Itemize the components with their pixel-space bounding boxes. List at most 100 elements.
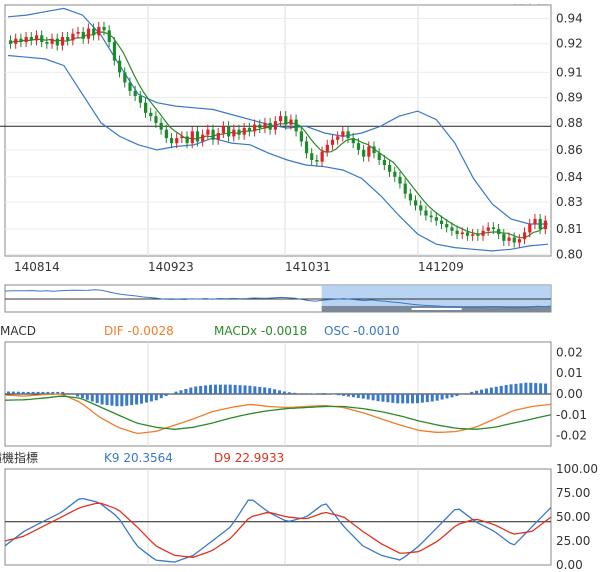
macd-osc-bar	[278, 390, 281, 394]
macd-osc-bar	[273, 389, 277, 394]
candle-body	[398, 176, 402, 184]
candle-body	[201, 134, 205, 142]
candle-body	[310, 153, 314, 160]
kd-legend-k: K9 20.3564	[104, 451, 173, 465]
macd-osc-bar	[411, 394, 415, 404]
macd-osc-bar	[489, 387, 493, 394]
candle-body	[528, 223, 532, 233]
candle-body	[543, 220, 548, 230]
candle-body	[533, 218, 537, 224]
macd-osc-bar	[346, 394, 350, 397]
candle-body	[377, 153, 381, 160]
macd-osc-bar	[21, 391, 25, 394]
candle-body	[159, 122, 163, 130]
stock-chart-canvas: cnYES鉅亨網 MACD DIF -0.0028 MACDx -0.0018 …	[0, 2, 598, 572]
macd-osc-bar	[504, 385, 508, 394]
candle-body	[14, 38, 18, 44]
candle-body	[242, 127, 246, 135]
candle-body	[486, 227, 490, 231]
candle-body	[273, 121, 278, 130]
macd-osc-bar	[149, 394, 153, 402]
candle-body	[367, 146, 371, 157]
candle-body	[247, 127, 252, 132]
candle-body	[279, 116, 283, 122]
candle-body	[112, 42, 117, 61]
macd-osc-bar	[31, 391, 35, 394]
candle-body	[55, 38, 59, 46]
macd-osc-bar	[46, 391, 50, 394]
candle-body	[66, 37, 70, 41]
candle-body	[465, 232, 470, 236]
candle-body	[45, 42, 49, 44]
macd-osc-bar	[100, 394, 104, 405]
macd-osc-bar	[322, 393, 326, 394]
macd-osc-bar	[366, 394, 370, 400]
kd-legend-d: D9 22.9933	[214, 451, 284, 465]
candle-body	[133, 90, 137, 96]
macd-osc-bar	[228, 384, 232, 394]
candle-body	[476, 234, 480, 236]
price-ytick: 0.88	[556, 116, 583, 130]
candle-body	[517, 239, 522, 243]
macd-osc-bar	[61, 391, 65, 394]
macd-osc-bar	[36, 391, 40, 394]
kd-ytick: 50.00	[556, 510, 590, 524]
candle-body	[507, 237, 511, 241]
candle-body	[388, 165, 392, 172]
macd-osc-bar	[465, 393, 469, 394]
macd-osc-bar	[292, 392, 296, 394]
candle-body	[382, 159, 387, 166]
candle-body	[154, 116, 158, 123]
macd-osc-bar	[509, 384, 513, 394]
macd-osc-bar	[263, 387, 267, 394]
price-ytick: 0.83	[556, 195, 583, 209]
macd-osc-bar	[480, 389, 484, 394]
candle-body	[341, 131, 345, 137]
candle-body	[299, 131, 303, 142]
candle-body	[445, 223, 449, 228]
macd-title: MACD	[0, 324, 36, 338]
candle-body	[304, 141, 309, 154]
macd-osc-bar	[41, 391, 45, 394]
candle-body	[330, 139, 335, 145]
macd-osc-bar	[544, 383, 548, 394]
candle-body	[320, 151, 324, 162]
macd-osc-bar	[494, 386, 498, 394]
navigator-scroll-grip	[411, 308, 462, 310]
macd-osc-bar	[75, 394, 79, 397]
candle-body	[211, 129, 215, 140]
candle-body	[460, 232, 464, 235]
candle-body	[372, 146, 376, 154]
candle-body	[123, 72, 127, 83]
macd-osc-bar	[415, 394, 419, 404]
macd-osc-bar	[337, 394, 341, 396]
candle-body	[284, 116, 288, 125]
macd-osc-bar	[125, 394, 129, 406]
macd-osc-bar	[209, 384, 213, 394]
candle-body	[175, 138, 179, 144]
macd-osc-bar	[312, 393, 316, 394]
candle-body	[180, 136, 184, 139]
candle-body	[102, 26, 106, 31]
candle-body	[403, 183, 407, 194]
macd-osc-bar	[248, 385, 252, 394]
kd-ytick: 0.00	[556, 558, 583, 572]
price-xtick: 140814	[14, 260, 60, 274]
candle-body	[144, 102, 148, 113]
candle-body	[50, 38, 54, 44]
kd-title: 隨機指標	[0, 450, 38, 465]
candle-body	[29, 37, 33, 41]
candle-body	[169, 138, 174, 144]
candle-body	[336, 136, 340, 140]
macd-ytick: 0.00	[556, 387, 583, 401]
candle-body	[481, 230, 485, 236]
macd-osc-bar	[179, 390, 183, 394]
candle-body	[190, 131, 194, 144]
macd-osc-bar	[529, 382, 533, 394]
candle-body	[227, 126, 231, 137]
macd-osc-bar	[115, 394, 119, 407]
macd-osc-bar	[223, 384, 227, 394]
macd-osc-bar	[258, 386, 262, 394]
candle-body	[118, 60, 122, 73]
candle-body	[34, 35, 39, 41]
